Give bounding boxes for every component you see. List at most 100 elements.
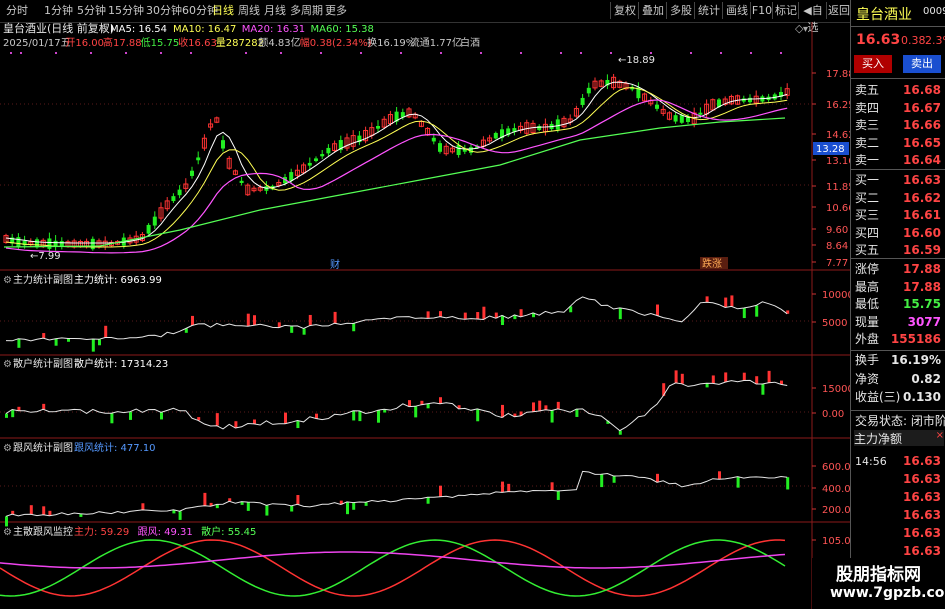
ask-level-1[interactable]: 卖一 16.64 — [855, 152, 943, 169]
price-tick: 14.62 — [826, 130, 850, 141]
period-tab-daily[interactable]: 日线 — [212, 3, 234, 19]
stat2-row: 净资 0.82 — [855, 371, 943, 388]
mark-button[interactable]: 标记 — [772, 2, 799, 19]
overlay-button[interactable]: 叠加 — [638, 2, 667, 19]
sub-axis-tick: 400.0 — [822, 484, 850, 495]
bid-label: 买四 — [855, 225, 880, 240]
price-tick: 10.66 — [826, 203, 850, 214]
watchlist-button[interactable]: ◀自选 — [798, 2, 827, 34]
buy-button[interactable]: 买入 — [854, 55, 892, 73]
stat2-label: 换手 — [855, 353, 880, 367]
stat-label: 外盘 — [855, 332, 880, 346]
panel3-stat: 跟风统计: 477.10 — [74, 441, 156, 454]
monitor-legend-item: 散户: 55.45 — [201, 525, 256, 538]
bid-label: 买五 — [855, 243, 880, 257]
chevron-down-icon[interactable]: ▾ — [803, 24, 808, 35]
price-change: 0.38 — [901, 34, 926, 47]
stat2-label: 收益(三) — [855, 390, 901, 404]
adjust-button[interactable]: 复权 — [610, 2, 639, 19]
quote-field: 收16.63 — [178, 36, 217, 49]
price-tick: 8.64 — [826, 241, 848, 252]
bid-label: 买二 — [855, 190, 880, 205]
watermark-banner: 股朋指标网 www.7gpzb.com — [812, 558, 945, 609]
sub-axis-tick: 0.00 — [822, 409, 844, 420]
ask-level-3[interactable]: 卖三 16.66 — [855, 117, 943, 134]
panel2-gear-icon[interactable]: ⚙ — [3, 359, 12, 370]
ma-label: MA20: 16.31 — [242, 24, 305, 35]
stat-row: 最高 17.88 — [855, 279, 943, 296]
quote-field: 流通1.77亿 — [410, 36, 462, 49]
draw-line-button[interactable]: 画线 — [722, 2, 751, 19]
bid-level-3[interactable]: 买三 16.61 — [855, 207, 943, 224]
bid-level-4[interactable]: 买四 16.60 — [855, 225, 943, 242]
ask-price: 16.67 — [903, 100, 941, 115]
chart-title: 皇台酒业(日线 前复权) — [3, 22, 114, 35]
f10-button[interactable]: F10 — [750, 2, 773, 19]
back-button[interactable]: 返回 — [826, 2, 851, 19]
period-tab-15min[interactable]: 15分钟 — [108, 3, 144, 19]
quote-info-line: 2025/01/17五开16.00高17.88低15.75收16.63量2872… — [3, 36, 480, 49]
stat2-value: 0.130 — [903, 390, 941, 404]
ask-label: 卖五 — [855, 83, 880, 97]
stat2-value: 16.19% — [891, 353, 941, 367]
stat-value: 155186 — [890, 332, 941, 346]
period-tab-more[interactable]: 更多 — [325, 3, 347, 19]
current-price: 16.63 — [856, 32, 901, 48]
period-tab-multi[interactable]: 多周期 — [290, 3, 323, 19]
price-tick: 16.25 — [826, 100, 850, 111]
tick-price: 16.63 — [903, 472, 941, 486]
ask-price: 16.66 — [903, 118, 941, 132]
quote-field: 额4.83亿 — [258, 36, 300, 49]
quote-sidebar: 皇台酒业 000995 16.63 0.38 2.3% 买入 卖出 卖五 16.6… — [850, 0, 945, 609]
period-tab-timeshare[interactable]: 分时 — [6, 3, 28, 19]
stock-name: 皇台酒业 — [856, 7, 912, 23]
retail-indicator — [5, 370, 788, 435]
ask-label: 卖四 — [855, 100, 880, 115]
sub-panel-axes: 10000 5000 15000 0.00 600.0 400.0 200.0 105.0 — [812, 290, 850, 547]
ask-level-4[interactable]: 卖四 16.67 — [855, 100, 943, 117]
ask-price: 16.65 — [903, 135, 941, 150]
period-tab-monthly[interactable]: 月线 — [264, 3, 286, 19]
sub-axis-tick: 10000 — [822, 290, 850, 301]
ask-level-5[interactable]: 卖五 16.68 — [855, 82, 943, 99]
kline-chart-area[interactable]: 皇台酒业(日线 前复权) ⚙ MA5: 16.54 MA10: 16.47 MA20… — [0, 22, 850, 609]
ask-label: 卖一 — [855, 153, 880, 167]
period-tab-5min[interactable]: 5分钟 — [77, 3, 106, 19]
statistics-button[interactable]: 统计 — [694, 2, 723, 19]
monitor-legend: 主力: 59.29 跟风: 49.31 散户: 55.45 — [74, 525, 256, 538]
tick-price: 16.63 — [903, 508, 941, 522]
event-marker[interactable]: 跌涨 — [702, 257, 722, 270]
multi-stock-button[interactable]: 多股 — [666, 2, 695, 19]
quote-field: 幅0.38(2.34%) — [300, 36, 372, 49]
panel4-gear-icon[interactable]: ⚙ — [3, 527, 12, 538]
period-tab-weekly[interactable]: 周线 — [238, 3, 260, 19]
main-net-label: 主力净额 — [854, 432, 903, 446]
sell-button[interactable]: 卖出 — [903, 55, 941, 73]
stat-label: 现量 — [855, 314, 880, 329]
ask-level-2[interactable]: 卖二 16.65 — [855, 135, 943, 152]
bid-level-5[interactable]: 买五 16.59 — [855, 242, 943, 259]
stat-value: 17.88 — [903, 262, 941, 276]
tick-row: 16.63 — [855, 489, 943, 506]
ask-label: 卖二 — [855, 135, 880, 150]
panel1-gear-icon[interactable]: ⚙ — [3, 275, 12, 286]
stat2-row: 换手 16.19% — [855, 352, 943, 369]
tick-row: 16.63 — [855, 507, 943, 524]
stat-value: 17.88 — [903, 279, 941, 294]
moving-average-lines — [3, 81, 788, 254]
bid-level-1[interactable]: 买一 16.63 — [855, 172, 943, 189]
panel3-gear-icon[interactable]: ⚙ — [3, 443, 12, 454]
period-tab-30min[interactable]: 30分钟 — [146, 3, 182, 19]
bid-level-2[interactable]: 买二 16.62 — [855, 190, 943, 207]
period-tab-1min[interactable]: 1分钟 — [44, 3, 73, 19]
close-icon[interactable]: × — [936, 430, 944, 441]
sub-axis-tick: 105.0 — [822, 536, 850, 547]
price-tick: 9.60 — [826, 225, 848, 236]
tick-row: 16.63 — [855, 471, 943, 488]
main-net-tab[interactable]: 主力净额 × — [854, 430, 944, 446]
watermark-title: 股朋指标网 — [836, 565, 921, 585]
signal-dots — [10, 52, 782, 54]
follow-indicator — [5, 470, 790, 527]
financial-report-marker[interactable]: 财 — [330, 258, 340, 271]
settings-gear-icon[interactable]: ⚙ — [100, 24, 109, 35]
